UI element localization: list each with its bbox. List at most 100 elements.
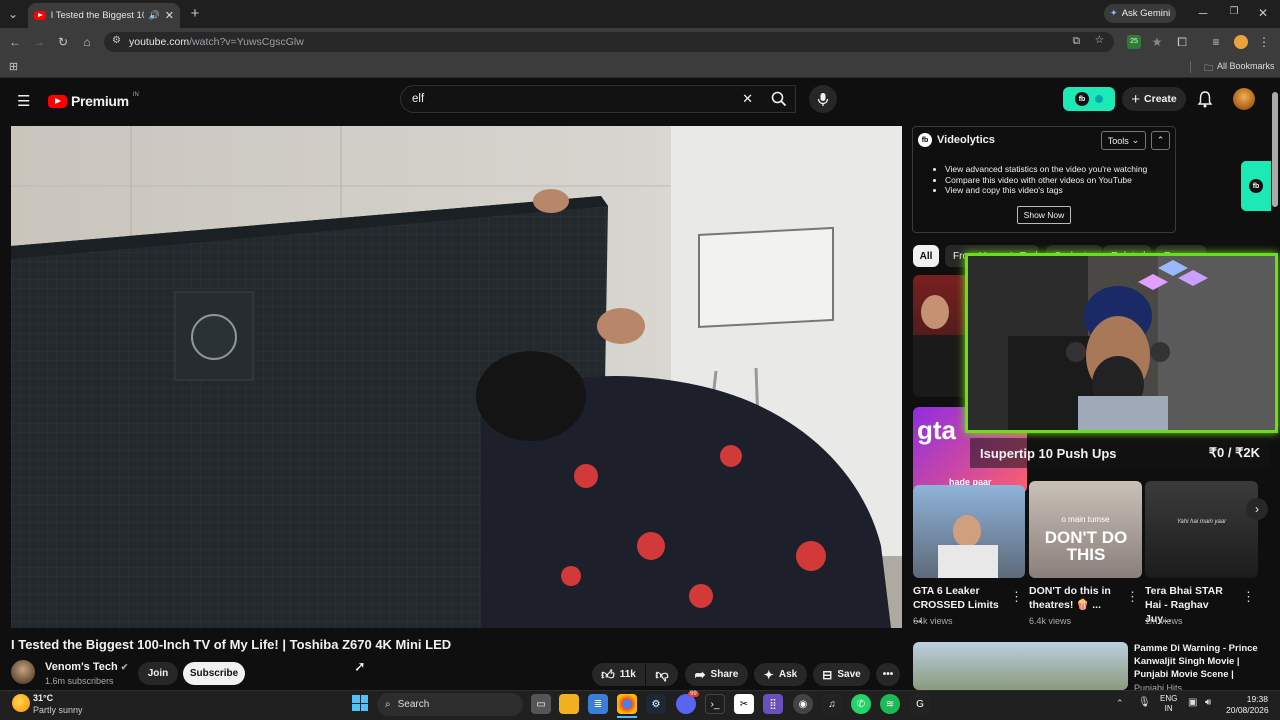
video-player[interactable] — [11, 126, 902, 628]
tip-goal-text: Isupertip 10 Push Ups — [980, 445, 1117, 461]
tools-dropdown[interactable]: Tools ⌄ — [1101, 131, 1146, 150]
apps-grid-icon[interactable]: ⊞ — [7, 60, 20, 73]
weather-sun-icon[interactable] — [12, 694, 30, 712]
dislike-button[interactable]: 👎︎ — [646, 663, 678, 686]
network-icon[interactable]: ▣ — [1188, 697, 1197, 708]
shorts-next-button[interactable]: › — [1246, 498, 1268, 520]
ask-button[interactable]: ✦ Ask — [754, 663, 807, 686]
more-actions-button[interactable]: ••• — [876, 663, 900, 686]
account-avatar[interactable] — [1233, 88, 1255, 110]
chrome-menu-icon[interactable]: ⋮ — [1258, 35, 1270, 49]
recommendation-title[interactable]: Pamme Di Warning - Prince Kanwaljit Sing… — [1134, 642, 1262, 682]
short-thumbnail[interactable]: o main tumse DON'T DO THIS — [1029, 481, 1142, 578]
streamer-webcam-overlay — [965, 253, 1278, 433]
tab-list-icon[interactable]: ⌄ — [6, 7, 20, 21]
channel-name[interactable]: Venom's Tech ✔ — [45, 661, 128, 673]
show-now-button[interactable]: Show Now — [1017, 206, 1071, 224]
recommendation-thumbnail[interactable] — [913, 642, 1128, 690]
search-button[interactable] — [762, 85, 796, 113]
ask-gemini-label: Ask Gemini — [1121, 8, 1171, 19]
back-icon[interactable]: ← — [8, 35, 22, 49]
steam-icon[interactable]: ⚙ — [646, 694, 666, 714]
mic-tray-icon[interactable]: 🎙︎ — [1138, 697, 1151, 708]
reading-list-icon[interactable]: ≡ — [1209, 35, 1223, 49]
subscribe-button[interactable]: Subscribe — [183, 662, 245, 685]
cast-icon[interactable]: ⧉ — [1073, 35, 1081, 48]
site-info-icon[interactable]: ⚙ — [112, 35, 121, 46]
youtube-premium-logo[interactable]: Premium IN — [48, 92, 139, 109]
video-title: I Tested the Biggest 100-Inch TV of My L… — [11, 637, 452, 652]
short-thumbnail[interactable] — [913, 485, 1025, 578]
notepad-icon[interactable]: ≣ — [588, 694, 608, 714]
all-bookmarks[interactable]: 🗀 All Bookmarks — [1204, 61, 1275, 77]
address-bar[interactable]: ⚙ youtube.com/watch?v=YuwsCgscGlw ⧉ ☆ — [104, 32, 1114, 52]
save-button[interactable]: ⊟ Save — [813, 663, 870, 686]
hamburger-menu-icon[interactable]: ☰ — [17, 92, 31, 110]
forward-icon[interactable]: → — [32, 35, 46, 49]
notifications-bell-icon[interactable] — [1197, 90, 1213, 108]
task-view-icon[interactable]: ▭ — [531, 694, 551, 714]
page-scrollbar[interactable] — [1272, 92, 1278, 207]
ask-gemini-button[interactable]: ✦ Ask Gemini — [1104, 4, 1176, 23]
join-button[interactable]: Join — [138, 662, 178, 685]
discord-icon[interactable] — [676, 694, 696, 714]
create-button[interactable]: + Create — [1122, 87, 1186, 111]
short-views: 64k views — [913, 616, 953, 626]
app-grid-icon[interactable]: ⣿ — [763, 694, 783, 714]
recommendation-thumbnail[interactable] — [913, 275, 973, 397]
browser-tab[interactable]: I Tested the Biggest 100-Inch TV 🔊 ✕ — [28, 3, 180, 28]
music-app-icon[interactable]: ♫ — [822, 694, 842, 714]
chrome-taskbar-icon[interactable] — [617, 694, 637, 714]
volume-icon[interactable]: 🔊︎ — [1205, 697, 1211, 708]
clock[interactable]: 19:38 20/08/2026 — [1226, 694, 1269, 716]
app-g-icon[interactable]: G — [910, 694, 930, 714]
like-button[interactable]: 👍︎ 11k — [592, 663, 645, 686]
whatsapp-icon[interactable]: ✆ — [851, 694, 871, 714]
collapse-panel-button[interactable]: ⌃ — [1151, 131, 1170, 150]
recommendation-channel[interactable]: Punjabi Hits — [1134, 683, 1182, 690]
show-hidden-icons[interactable]: ⌃ — [1116, 698, 1124, 709]
taskbar-search[interactable]: ⌕ Search — [377, 693, 523, 716]
videolytics-extension-button[interactable]: fb — [1063, 87, 1115, 111]
weather-temp[interactable]: 31°C — [33, 693, 53, 703]
terminal-icon[interactable]: ›_ — [705, 694, 725, 714]
weather-text[interactable]: Partly sunny — [33, 705, 83, 715]
share-button[interactable]: ➦ Share — [685, 663, 748, 686]
reload-icon[interactable]: ↻ — [56, 35, 70, 49]
voice-search-button[interactable] — [809, 85, 837, 113]
channel-avatar[interactable] — [11, 660, 35, 684]
short-overlay-small: o main tumse — [1061, 515, 1110, 524]
save-label: Save — [837, 669, 861, 680]
close-tab-icon[interactable]: ✕ — [165, 9, 174, 22]
bookmark-star-icon[interactable]: ☆ — [1095, 34, 1104, 46]
minimize-icon[interactable]: ─ — [1197, 6, 1209, 20]
close-window-icon[interactable]: ✕ — [1257, 6, 1269, 20]
clock-time: 19:38 — [1246, 694, 1268, 704]
short-menu-icon[interactable]: ⋮ — [1010, 589, 1023, 605]
windows-start-icon[interactable] — [352, 695, 368, 711]
search-input[interactable]: elf ✕ — [400, 85, 796, 113]
extension-badge-icon[interactable]: 25 — [1127, 35, 1141, 49]
clear-search-icon[interactable]: ✕ — [742, 91, 753, 107]
short-menu-icon[interactable]: ⋮ — [1126, 589, 1139, 605]
extensions-puzzle-icon[interactable]: ⧠ — [1175, 35, 1189, 50]
share-label: Share — [710, 669, 739, 680]
file-explorer-icon[interactable] — [559, 694, 579, 714]
profile-icon[interactable] — [1234, 35, 1248, 49]
short-title[interactable]: DON'T do this in theatres! 🍿 ... — [1029, 584, 1121, 612]
speaker-icon[interactable]: 🔊 — [149, 10, 160, 21]
capcut-icon[interactable]: ✂ — [734, 694, 754, 714]
new-tab-icon[interactable]: + — [188, 5, 202, 22]
restore-icon[interactable]: ❐ — [1228, 6, 1240, 17]
obs-icon[interactable]: ◉ — [793, 694, 813, 714]
videolytics-side-tab[interactable]: fb — [1241, 161, 1271, 211]
youtube-play-logo-icon — [48, 94, 67, 108]
taskbar-search-icon: ⌕ — [385, 699, 391, 710]
chip-all[interactable]: All — [913, 245, 939, 267]
home-icon[interactable]: ⌂ — [80, 35, 94, 49]
short-thumbnail[interactable]: Yahi hai main yaar — [1145, 481, 1258, 578]
language-indicator[interactable]: ENG IN — [1160, 694, 1177, 714]
extension-star-icon[interactable]: ★ — [1150, 35, 1164, 49]
spotify-icon[interactable]: ≋ — [880, 694, 900, 714]
short-menu-icon[interactable]: ⋮ — [1242, 589, 1255, 605]
